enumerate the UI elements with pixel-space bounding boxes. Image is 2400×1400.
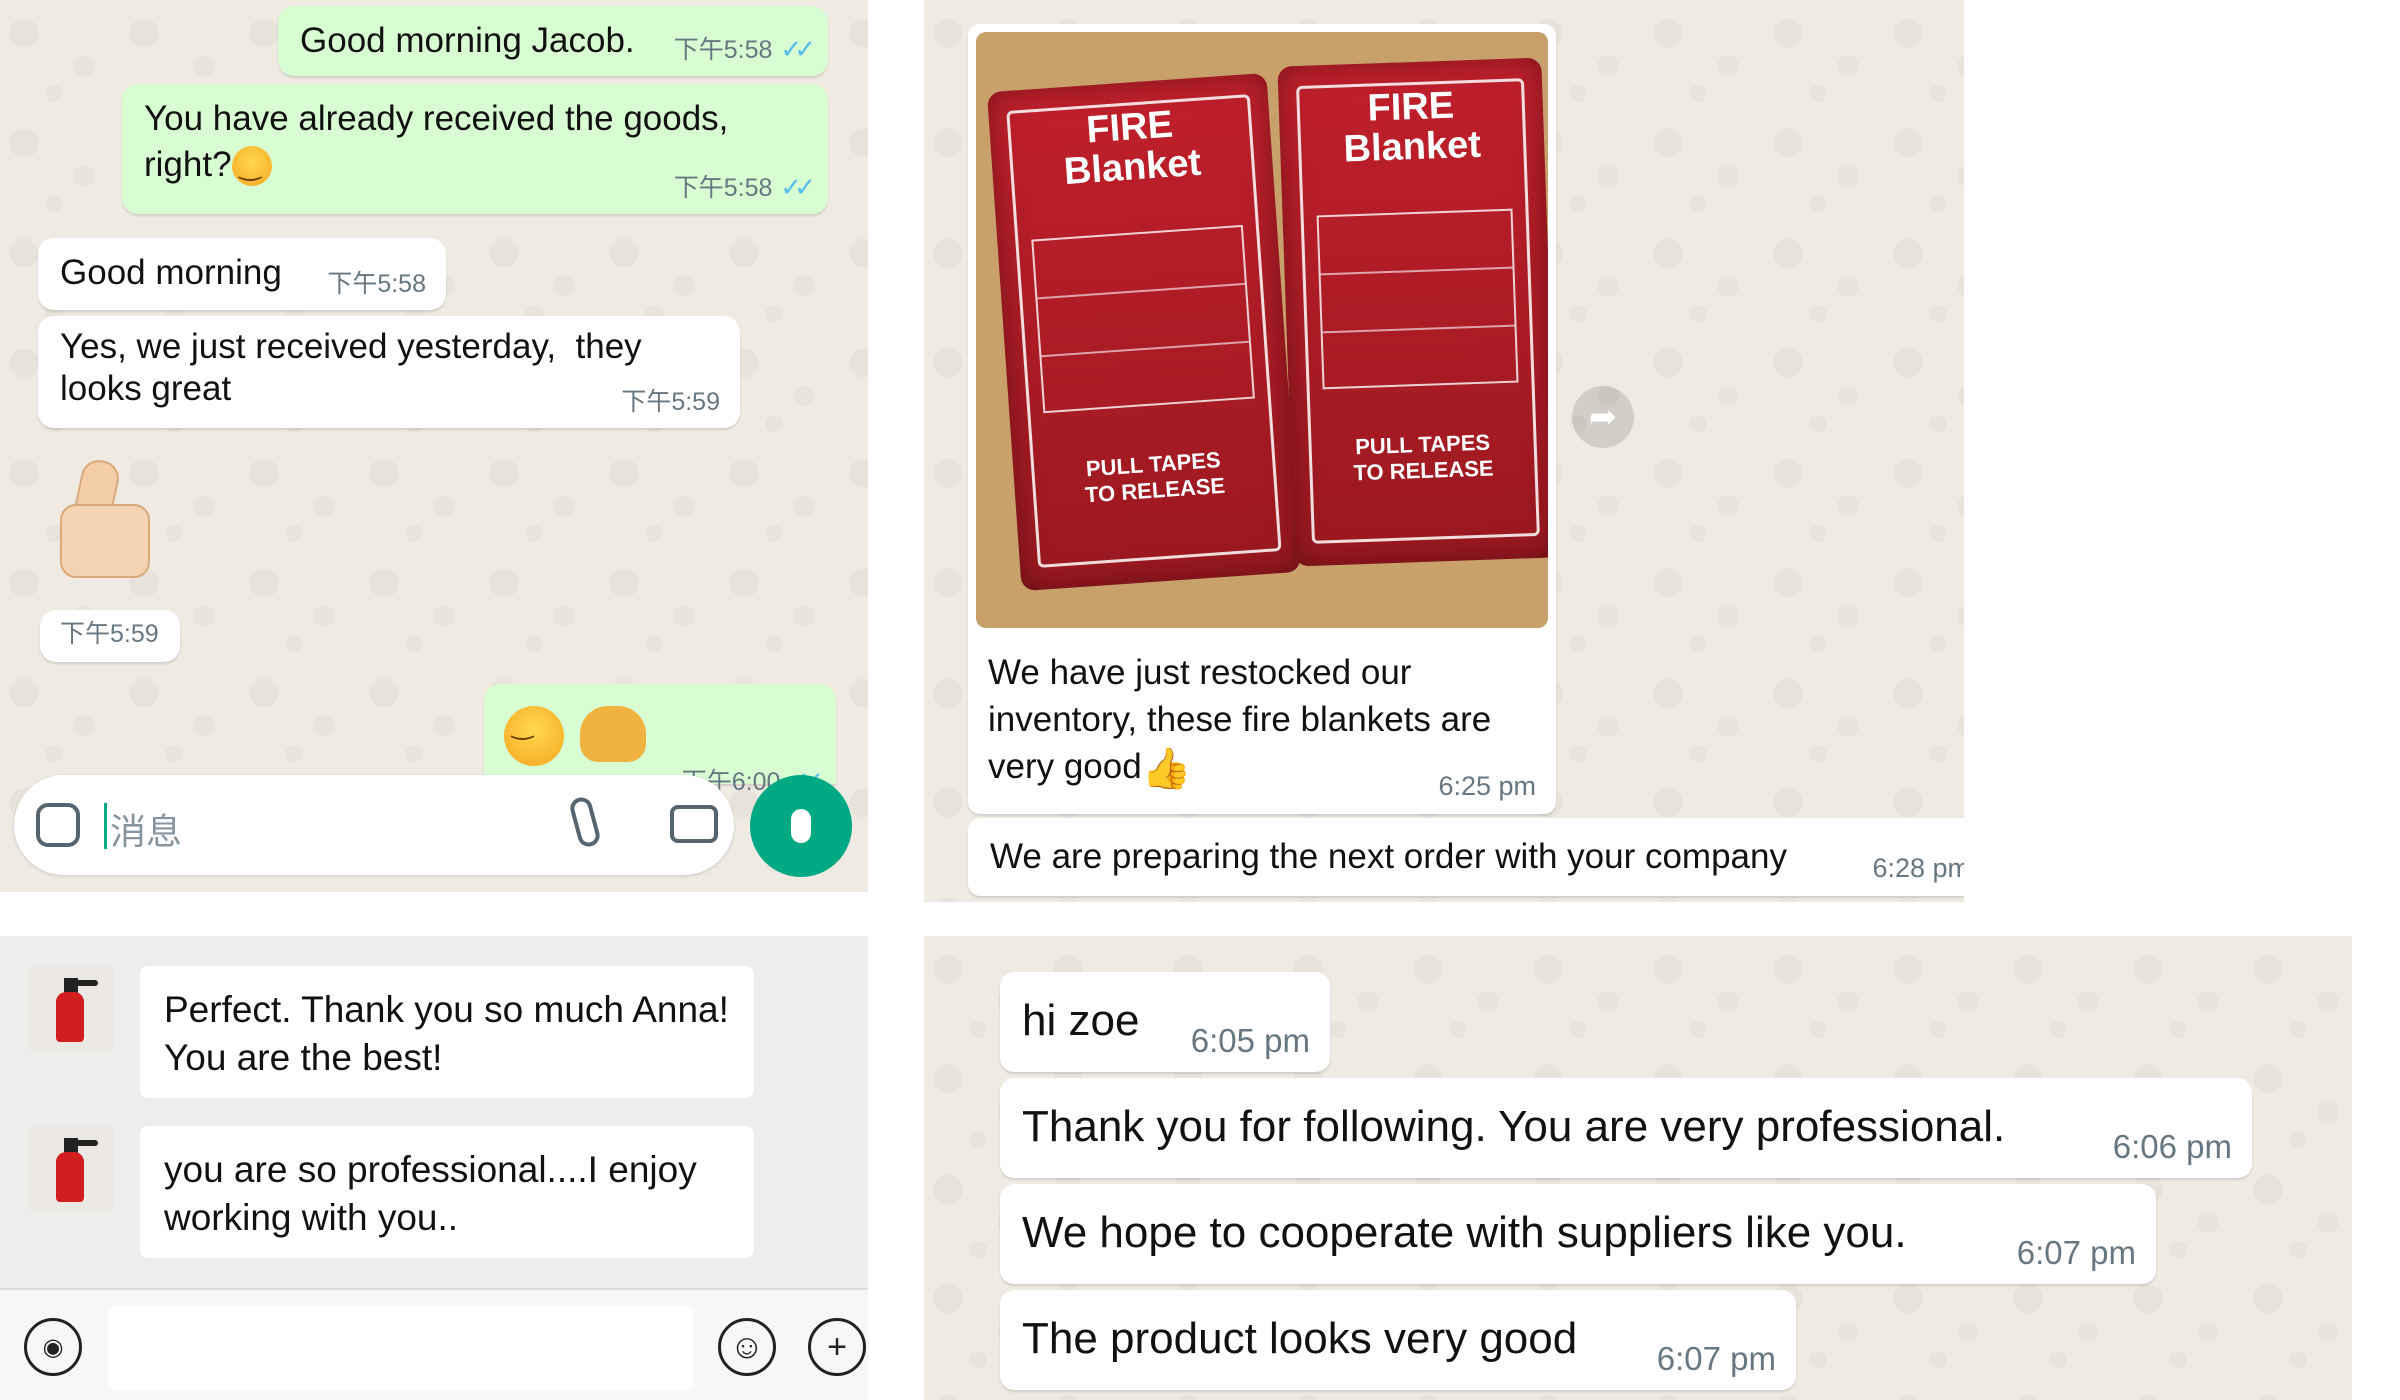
- message-bubble-outgoing[interactable]: 下午6:00✓✓: [484, 684, 836, 796]
- wechat-toolbar: ◉ ☺ +: [0, 1288, 868, 1400]
- avatar[interactable]: [28, 1126, 114, 1212]
- message-time: 6:25 pm: [1438, 771, 1536, 801]
- message-time: 下午5:58: [327, 270, 426, 298]
- message-bubble-incoming[interactable]: Perfect. Thank you so much Anna! You are…: [140, 966, 754, 1098]
- message-input[interactable]: 消息: [110, 803, 182, 855]
- whatsapp-chat-panel-4: hi zoe 6:05 pm Thank you for following. …: [924, 936, 2352, 1400]
- thumbs-up-emoji-icon: 👍: [1141, 746, 1192, 791]
- time-text: 下午5:58: [673, 36, 773, 64]
- message-time: 下午5:59: [60, 620, 159, 648]
- wechat-chat-panel: Perfect. Thank you so much Anna! You are…: [0, 936, 868, 1400]
- whatsapp-chat-panel-2: FIRE Blanket PULL TAPES TO RELEASE FIRE …: [924, 0, 1964, 902]
- image-message-bubble[interactable]: FIRE Blanket PULL TAPES TO RELEASE FIRE …: [968, 24, 1556, 814]
- message-time: 下午5:59: [621, 388, 720, 416]
- message-text: The product looks very good: [1022, 1314, 1578, 1363]
- message-bubble-incoming[interactable]: Yes, we just received yesterday, they lo…: [38, 316, 740, 428]
- camera-icon[interactable]: [670, 805, 718, 843]
- product-photo[interactable]: FIRE Blanket PULL TAPES TO RELEASE FIRE …: [976, 32, 1548, 628]
- fire-blanket-right: FIRE Blanket PULL TAPES TO RELEASE: [1277, 57, 1548, 567]
- avatar[interactable]: [28, 966, 114, 1052]
- voice-message-button[interactable]: [750, 775, 852, 877]
- message-time: 6:07 pm: [1656, 1340, 1776, 1377]
- voice-input-icon[interactable]: ◉: [24, 1318, 82, 1376]
- timestamp-bubble: 下午5:59: [40, 610, 180, 662]
- emoji-icon[interactable]: ☺: [718, 1318, 776, 1376]
- message-bubble-incoming[interactable]: you are so professional....I enjoy worki…: [140, 1126, 754, 1258]
- attach-icon[interactable]: [567, 795, 603, 849]
- read-ticks-icon: ✓✓: [780, 172, 815, 202]
- message-bubble-incoming[interactable]: Thank you for following. You are very pr…: [1000, 1078, 2252, 1178]
- message-input[interactable]: [108, 1306, 694, 1390]
- message-time: 下午5:58 ✓✓: [673, 30, 816, 66]
- blanket-instructions: [1031, 224, 1255, 414]
- blanket-title: FIRE Blanket: [1342, 84, 1482, 171]
- forward-icon[interactable]: ➦: [1572, 386, 1634, 448]
- message-text: Yes, we just received yesterday, they lo…: [60, 327, 642, 408]
- message-time: 6:28 pm: [1872, 853, 1964, 883]
- caption-text: We have just restocked our inventory, th…: [988, 653, 1492, 786]
- blanket-instructions: [1316, 208, 1519, 390]
- message-bubble-incoming[interactable]: We are preparing the next order with you…: [968, 818, 1964, 896]
- message-bubble-incoming[interactable]: We hope to cooperate with suppliers like…: [1000, 1184, 2156, 1284]
- blanket-pull-label: PULL TAPES TO RELEASE: [1353, 429, 1495, 486]
- message-bubble-incoming[interactable]: The product looks very good 6:07 pm: [1000, 1290, 1796, 1390]
- whatsapp-chat-panel-1: Good morning Jacob. 下午5:58 ✓✓ You have al…: [0, 0, 868, 892]
- message-text: hi zoe: [1022, 996, 1140, 1045]
- fire-blanket-left: FIRE Blanket PULL TAPES TO RELEASE: [986, 72, 1302, 592]
- plus-icon[interactable]: +: [808, 1318, 866, 1376]
- fire-extinguisher-icon: [56, 992, 84, 1042]
- microphone-icon: [791, 809, 811, 843]
- message-text: We are preparing the next order with you…: [990, 837, 1787, 876]
- message-input-bar[interactable]: 消息: [14, 775, 734, 875]
- fist-icon: [60, 504, 150, 578]
- message-bubble-outgoing[interactable]: Good morning Jacob. 下午5:58 ✓✓: [278, 6, 828, 76]
- fire-extinguisher-icon: [56, 1152, 84, 1202]
- image-caption: We have just restocked our inventory, th…: [988, 650, 1536, 791]
- message-time: 6:07 pm: [2016, 1234, 2136, 1271]
- sticker-icon[interactable]: [36, 803, 80, 847]
- message-text: We hope to cooperate with suppliers like…: [1022, 1208, 1907, 1257]
- handshake-emoji-icon: [580, 706, 646, 762]
- text-cursor: [104, 803, 107, 849]
- message-bubble-outgoing[interactable]: You have already received the goods, rig…: [122, 84, 828, 214]
- time-text: 下午5:58: [673, 174, 773, 202]
- smiling-emoji-icon: [231, 146, 272, 187]
- read-ticks-icon: ✓✓: [780, 34, 815, 64]
- message-text: Thank you for following. You are very pr…: [1022, 1102, 2006, 1151]
- message-time: 6:05 pm: [1190, 1022, 1310, 1059]
- extinguisher-hose-icon: [76, 980, 98, 986]
- smiling-emoji-icon: [504, 706, 564, 766]
- message-time: 下午5:58 ✓✓: [673, 168, 816, 204]
- thumbs-up-sticker[interactable]: [48, 456, 158, 580]
- message-bubble-incoming[interactable]: hi zoe 6:05 pm: [1000, 972, 1330, 1072]
- message-bubble-incoming[interactable]: Good morning 下午5:58: [38, 238, 446, 310]
- extinguisher-hose-icon: [76, 1140, 98, 1146]
- message-time: 6:06 pm: [2112, 1128, 2232, 1165]
